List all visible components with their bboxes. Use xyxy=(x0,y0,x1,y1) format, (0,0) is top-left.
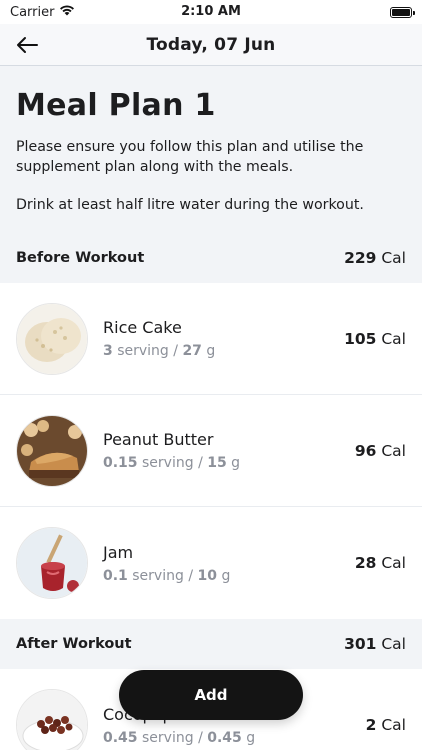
food-row-jam[interactable]: Jam 0.1 serving / 10 g 28 Cal xyxy=(0,507,422,619)
food-name: Jam xyxy=(103,542,134,562)
nav-title: Today, 07 Jun xyxy=(146,34,276,55)
rice-cake-icon xyxy=(16,302,88,375)
food-info: Rice Cake 3 serving / 27 g xyxy=(103,318,344,359)
plan-description: Please ensure you follow this plan and u… xyxy=(16,139,364,175)
food-name: Peanut Butter xyxy=(103,430,214,449)
food-serving: 0.15 serving / 15 g xyxy=(103,455,241,471)
food-row-rice-cake[interactable]: Rice Cake 3 serving / 27 g 105 Cal xyxy=(0,283,422,395)
cocopops-icon xyxy=(16,689,88,750)
arrow-left-icon xyxy=(17,37,38,53)
status-bar: Carrier 2:10 AM xyxy=(0,0,422,24)
battery-icon xyxy=(390,6,415,18)
section-header-before-workout: Before Workout 229 Cal xyxy=(0,233,422,283)
food-name: Rice Cake xyxy=(103,318,182,337)
back-button[interactable] xyxy=(12,30,42,60)
food-info: Jam 0.1 serving / 10 g xyxy=(103,543,355,584)
food-calories: 105 Cal xyxy=(344,329,406,348)
food-serving: 0.45 serving / 0.45 g xyxy=(103,729,256,746)
add-button[interactable]: Add xyxy=(119,670,303,720)
jam-icon xyxy=(16,527,88,599)
section-title: Before Workout xyxy=(16,250,145,266)
food-list-before-workout: Rice Cake 3 serving / 27 g 105 Cal Peanu… xyxy=(0,283,422,619)
wifi-icon xyxy=(59,4,75,20)
peanut-butter-icon xyxy=(16,414,88,487)
plan-intro: Meal Plan 1 Please ensure you follow thi… xyxy=(0,66,422,233)
page-title: Meal Plan 1 xyxy=(16,88,216,123)
nav-bar: Today, 07 Jun xyxy=(0,24,422,66)
food-calories: 96 Cal xyxy=(354,441,406,460)
food-row-peanut-butter[interactable]: Peanut Butter 0.15 serving / 15 g 96 Cal xyxy=(0,395,422,507)
status-left: Carrier xyxy=(10,4,75,20)
food-serving: 3 serving / 27 g xyxy=(103,343,216,359)
food-calories: 28 Cal xyxy=(354,554,406,572)
section-calories: 229 Cal xyxy=(344,249,406,267)
food-calories: 2 Cal xyxy=(365,716,406,734)
food-info: Peanut Butter 0.15 serving / 15 g xyxy=(103,430,355,471)
food-serving: 0.1 serving / 10 g xyxy=(103,567,231,584)
section-header-after-workout: After Workout 301 Cal xyxy=(0,619,422,669)
section-calories: 301 Cal xyxy=(344,635,406,653)
plan-note: Drink at least half litre water during t… xyxy=(16,197,364,213)
section-title: After Workout xyxy=(16,636,132,652)
carrier-label: Carrier xyxy=(10,4,55,20)
